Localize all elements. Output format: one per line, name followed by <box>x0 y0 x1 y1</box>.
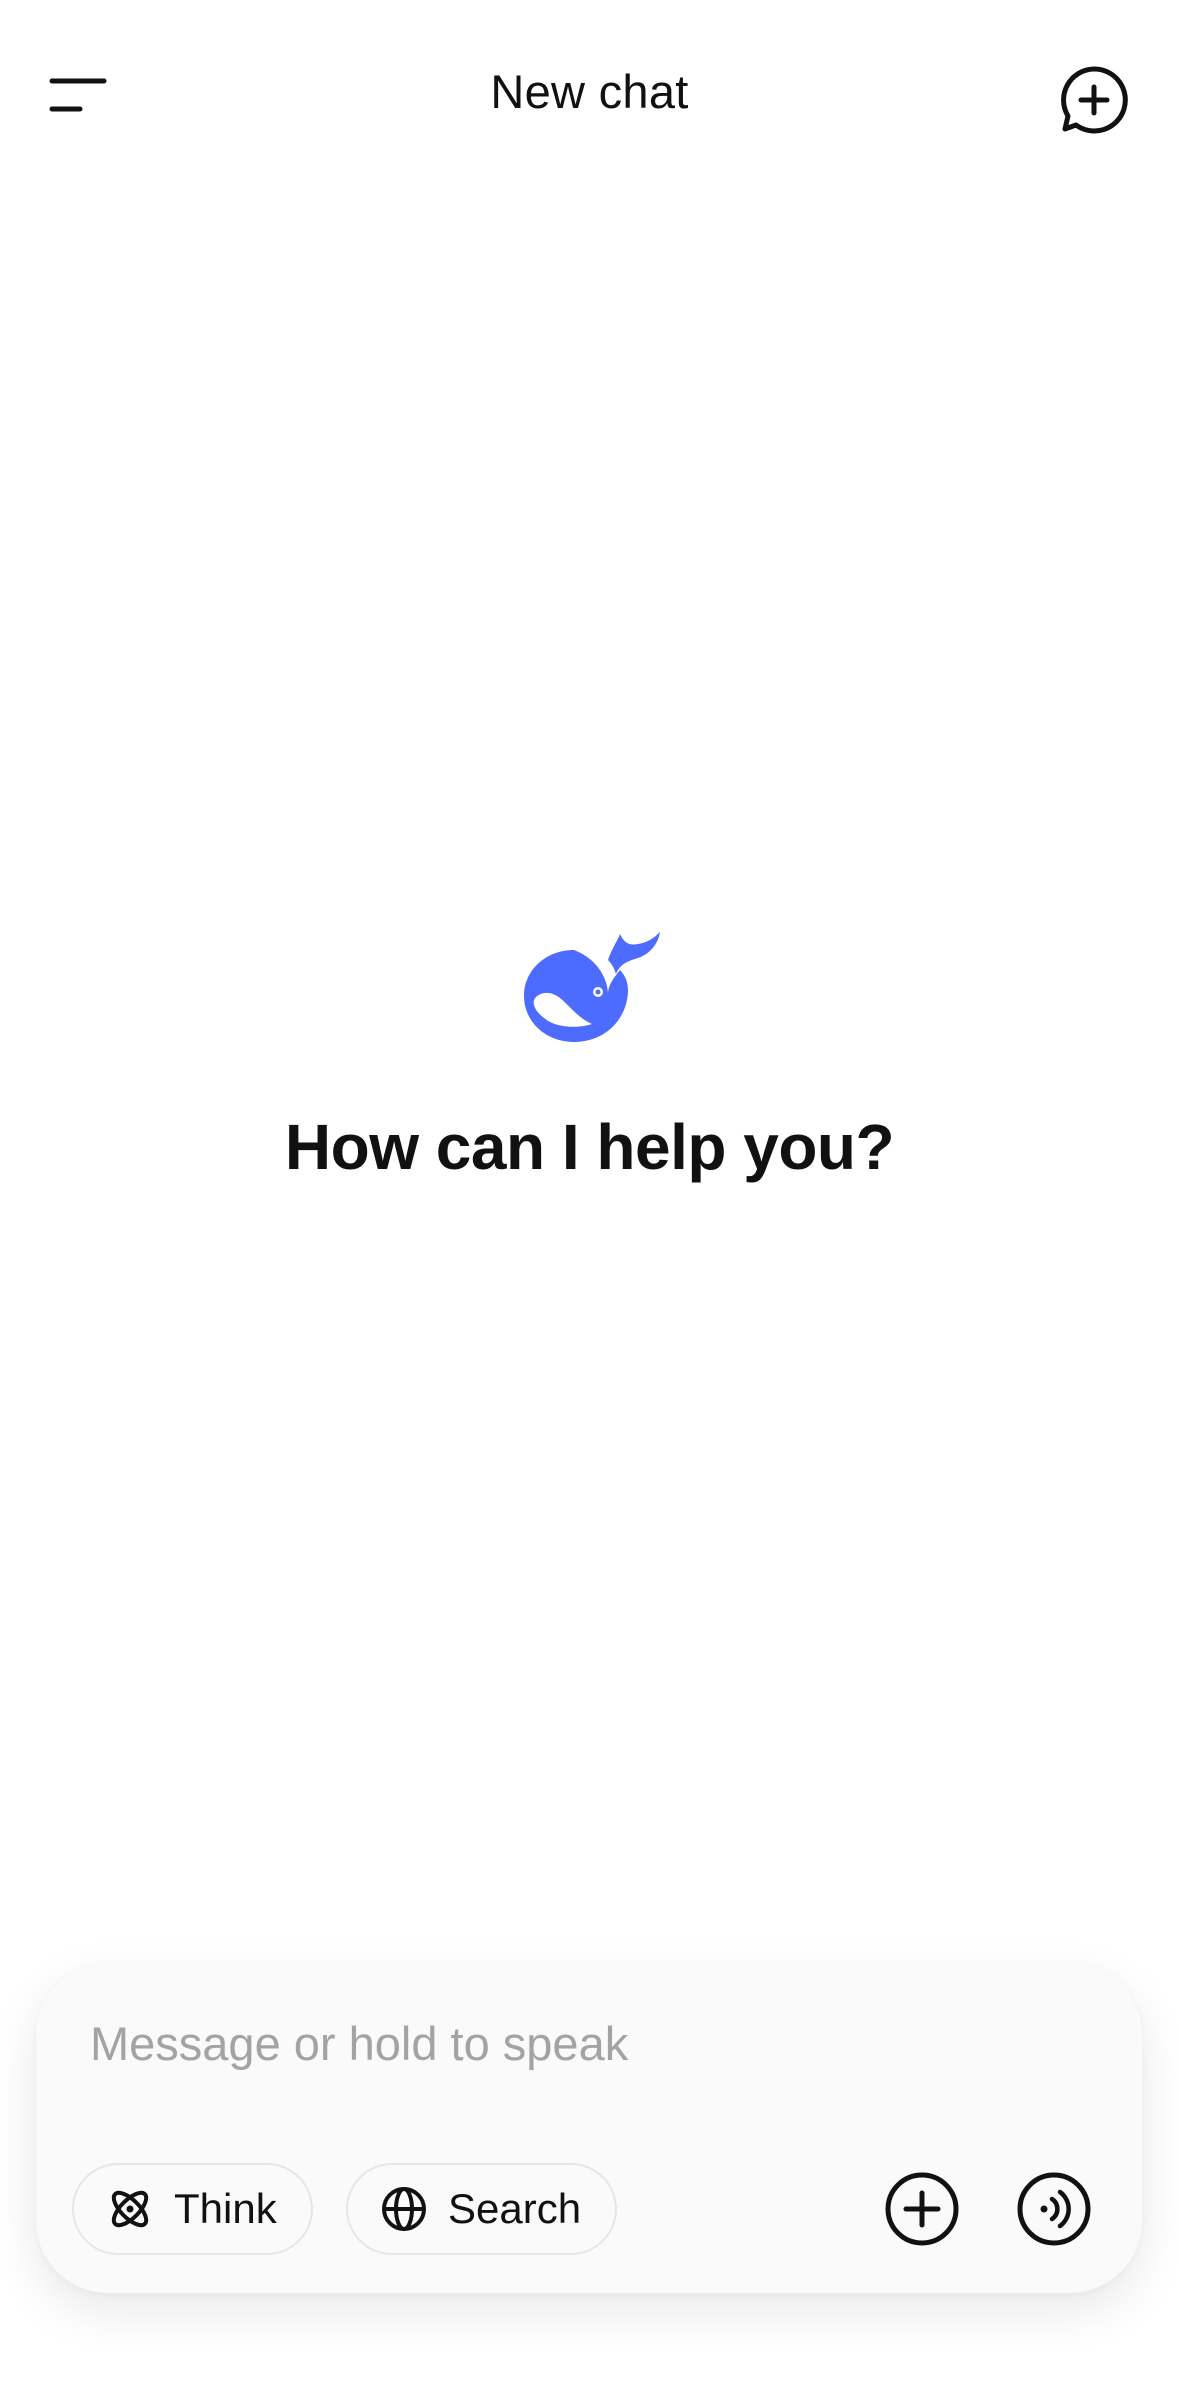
plus-circle-icon <box>885 2172 959 2246</box>
whale-logo-icon <box>523 932 660 1042</box>
welcome-section: How can I help you? <box>0 930 1179 1184</box>
atom-icon <box>106 2185 154 2233</box>
voice-button[interactable] <box>1014 2169 1094 2249</box>
welcome-heading: How can I help you? <box>284 1111 895 1183</box>
think-toggle-button[interactable]: Think <box>72 2163 313 2255</box>
search-toggle-button[interactable]: Search <box>346 2163 618 2255</box>
search-label: Search <box>448 2185 582 2232</box>
page-title: New chat <box>490 65 689 118</box>
top-bar: New chat <box>0 0 1179 190</box>
voice-wave-icon <box>1017 2172 1091 2246</box>
globe-icon <box>380 2185 428 2233</box>
new-chat-button[interactable] <box>1049 55 1139 145</box>
new-chat-icon <box>1061 66 1128 134</box>
think-label: Think <box>174 2185 277 2232</box>
attach-button[interactable] <box>882 2169 962 2249</box>
message-composer: Think Search <box>36 1963 1142 2293</box>
message-input[interactable] <box>90 2011 1050 2075</box>
